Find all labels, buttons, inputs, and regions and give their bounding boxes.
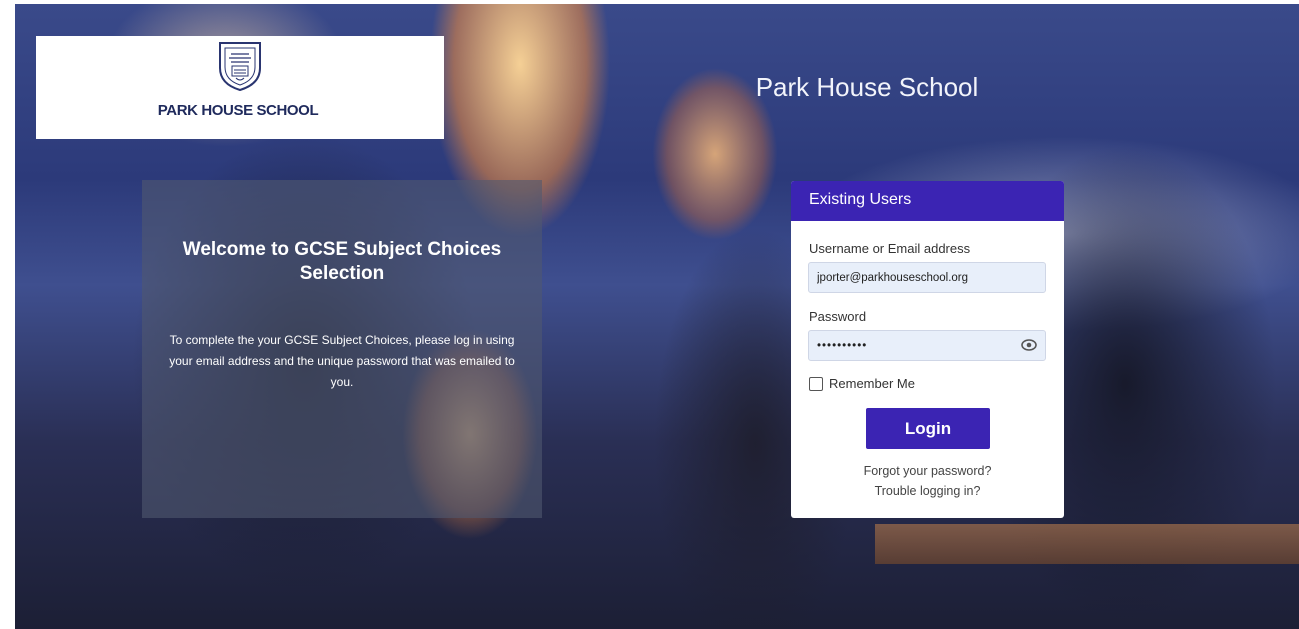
login-header-title: Existing Users: [809, 191, 912, 208]
lab-bench: [875, 524, 1299, 564]
eye-icon[interactable]: [1021, 338, 1037, 352]
username-label: Username or Email address: [809, 241, 971, 256]
welcome-text: To complete the your GCSE Subject Choice…: [169, 333, 515, 389]
password-input[interactable]: [808, 330, 1046, 361]
remember-me-checkbox[interactable]: [809, 377, 823, 391]
welcome-panel: Welcome to GCSE Subject Choices Selectio…: [142, 180, 542, 518]
username-input[interactable]: [808, 262, 1046, 293]
page-title: Park House School: [755, 72, 979, 102]
login-button[interactable]: Login: [866, 408, 990, 449]
login-header: Existing Users: [791, 181, 1064, 221]
remember-me-label[interactable]: Remember Me: [829, 376, 915, 391]
login-card: Existing Users Username or Email address…: [791, 181, 1064, 518]
school-name: PARK HOUSE SCHOOL: [157, 102, 319, 119]
forgot-password-link[interactable]: Forgot your password?: [791, 464, 1064, 478]
password-label: Password: [809, 309, 867, 324]
welcome-title: Welcome to GCSE Subject Choices Selectio…: [182, 239, 502, 284]
school-logo[interactable]: PARK HOUSE SCHOOL: [36, 36, 444, 139]
school-crest-icon: [219, 42, 261, 92]
trouble-logging-in-link[interactable]: Trouble logging in?: [791, 484, 1064, 498]
